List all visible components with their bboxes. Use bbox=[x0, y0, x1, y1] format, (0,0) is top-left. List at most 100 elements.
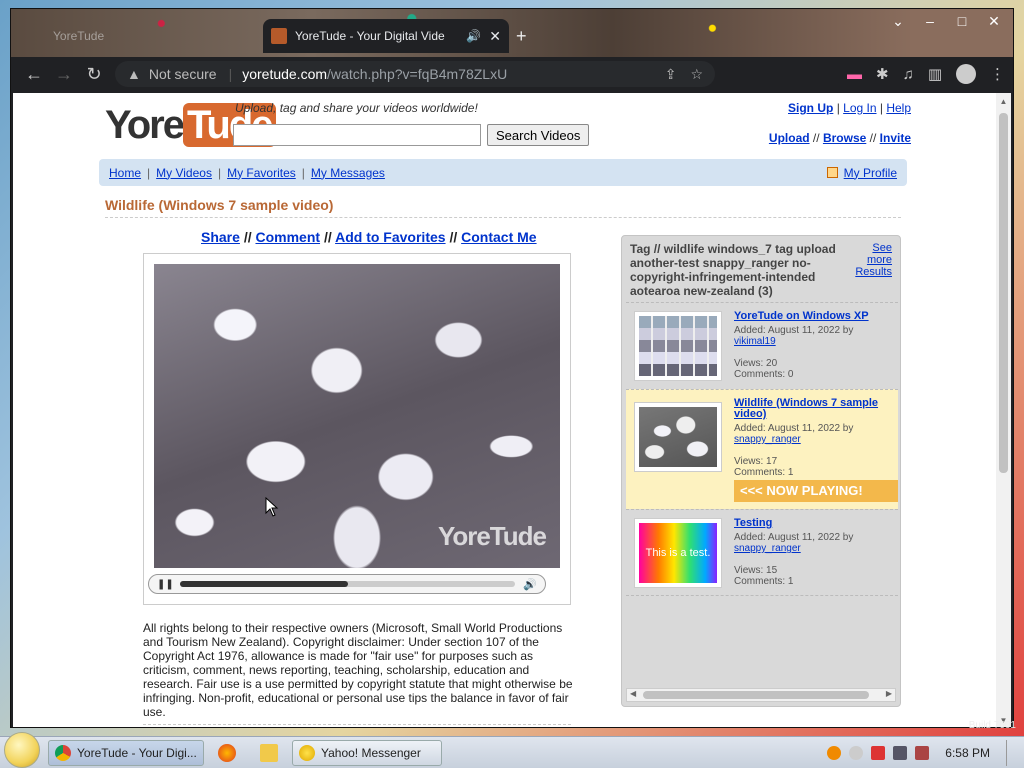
taskbar-explorer-button[interactable] bbox=[250, 740, 288, 766]
share-link[interactable]: Share bbox=[201, 229, 240, 245]
copyright-disclaimer: All rights belong to their respective ow… bbox=[143, 621, 573, 719]
related-views: Views: 15 bbox=[734, 565, 778, 576]
speaker-icon[interactable]: 🔊 bbox=[466, 29, 481, 43]
pause-icon[interactable]: ❚❚ bbox=[157, 579, 174, 590]
invite-link[interactable]: Invite bbox=[880, 131, 911, 145]
related-item: This is a test. Testing Added: August 11… bbox=[626, 509, 898, 596]
volume-muted-tray-icon[interactable] bbox=[915, 745, 930, 760]
related-user[interactable]: snappy_ranger bbox=[734, 543, 801, 554]
taskbar-firefox-button[interactable] bbox=[208, 740, 246, 766]
nav-my-messages[interactable]: My Messages bbox=[311, 166, 385, 180]
volume-icon[interactable]: 🔊 bbox=[523, 578, 537, 591]
search-videos-button[interactable]: Search Videos bbox=[487, 124, 590, 146]
address-bar[interactable]: ▲ Not secure | yoretude.com/watch.php?v=… bbox=[115, 61, 715, 87]
profile-avatar-icon[interactable] bbox=[956, 64, 976, 84]
related-title[interactable]: Testing bbox=[734, 518, 896, 529]
related-title[interactable]: Wildlife (Windows 7 sample video) bbox=[734, 398, 896, 420]
related-views: Views: 17 bbox=[734, 456, 778, 467]
tab-search-icon[interactable]: ⌄ bbox=[887, 13, 909, 30]
upload-link[interactable]: Upload bbox=[769, 131, 810, 145]
video-frame[interactable]: YoreTude bbox=[154, 264, 560, 568]
scroll-up-icon[interactable]: ▲ bbox=[996, 97, 1011, 106]
related-horizontal-scrollbar[interactable]: ◀ ▶ bbox=[626, 688, 896, 702]
related-list: YoreTude on Windows XP Added: August 11,… bbox=[626, 302, 898, 596]
forward-icon[interactable]: → bbox=[49, 64, 79, 85]
show-desktop-button[interactable] bbox=[1006, 739, 1016, 766]
related-heading: Tag // wildlife windows_7 tag upload ano… bbox=[630, 242, 836, 298]
comment-link[interactable]: Comment bbox=[255, 229, 320, 245]
sign-up-link[interactable]: Sign Up bbox=[788, 101, 833, 115]
related-comments: Comments: 1 bbox=[734, 576, 794, 587]
start-button[interactable] bbox=[0, 731, 44, 768]
not-secure-label[interactable]: Not secure bbox=[149, 66, 217, 82]
messenger-tray-icon[interactable] bbox=[849, 745, 864, 760]
extensions-icon[interactable]: ✱ bbox=[876, 65, 889, 83]
close-tab-icon[interactable]: ✕ bbox=[489, 28, 501, 45]
nav-separator: | bbox=[217, 165, 222, 180]
close-window-icon[interactable]: ✕ bbox=[983, 13, 1005, 30]
video-watermark: YoreTude bbox=[437, 521, 547, 551]
scroll-thumb[interactable] bbox=[643, 691, 869, 699]
taskbar-yahoo-button[interactable]: Yahoo! Messenger bbox=[292, 739, 442, 766]
seek-bar[interactable] bbox=[179, 581, 516, 587]
search-input[interactable] bbox=[233, 124, 481, 146]
action-separator: // bbox=[243, 229, 256, 245]
side-panel-icon[interactable]: ▥ bbox=[928, 65, 942, 83]
minimize-icon[interactable]: – bbox=[919, 13, 941, 30]
related-title[interactable]: YoreTude on Windows XP bbox=[734, 311, 896, 322]
page-scrollbar[interactable]: ▲ ▼ bbox=[996, 93, 1011, 727]
tab-inactive[interactable]: YoreTude bbox=[23, 21, 259, 51]
yoretude-favicon-icon bbox=[271, 28, 287, 44]
share-icon[interactable]: ⇪ bbox=[665, 66, 677, 83]
related-info: Wildlife (Windows 7 sample video) Added:… bbox=[734, 398, 896, 479]
taskbar-chrome-button[interactable]: YoreTude - Your Digi... bbox=[48, 739, 204, 766]
related-user[interactable]: snappy_ranger bbox=[734, 434, 801, 445]
video-actions: Share // Comment // Add to Favorites // … bbox=[201, 229, 537, 245]
related-comments: Comments: 1 bbox=[734, 467, 794, 478]
flag-extension-icon[interactable]: ▬ bbox=[847, 66, 862, 83]
toolbar-icons: ▬ ✱ ♫ ▥ ⋮ bbox=[847, 64, 1005, 84]
maximize-icon[interactable]: □ bbox=[951, 13, 973, 30]
video-player: YoreTude ❚❚ 🔊 bbox=[143, 253, 571, 605]
reload-icon[interactable]: ↻ bbox=[79, 64, 109, 85]
browse-link[interactable]: Browse bbox=[823, 131, 866, 145]
help-link[interactable]: Help bbox=[886, 101, 911, 115]
contact-me-link[interactable]: Contact Me bbox=[461, 229, 536, 245]
link-separator: // bbox=[812, 131, 823, 145]
browser-window: YoreTude YoreTude - Your Digital Vide 🔊 … bbox=[10, 8, 1014, 728]
page-scroll-thumb[interactable] bbox=[999, 113, 1008, 473]
related-thumbnail[interactable] bbox=[634, 311, 722, 381]
related-item: Wildlife (Windows 7 sample video) Added:… bbox=[626, 389, 898, 509]
scroll-left-icon[interactable]: ◀ bbox=[630, 689, 636, 698]
media-control-icon[interactable]: ♫ bbox=[903, 66, 914, 83]
url-host: yoretude.com bbox=[242, 66, 328, 82]
nav-home[interactable]: Home bbox=[109, 166, 141, 180]
related-user[interactable]: vikimal19 bbox=[734, 336, 776, 347]
nav-my-videos[interactable]: My Videos bbox=[156, 166, 212, 180]
log-in-link[interactable]: Log In bbox=[843, 101, 876, 115]
related-views: Views: 20 bbox=[734, 358, 778, 369]
tab-active[interactable]: YoreTude - Your Digital Vide 🔊 ✕ bbox=[263, 19, 509, 53]
account-links: Sign Up | Log In | Help bbox=[788, 101, 911, 115]
taskbar: YoreTude - Your Digi... Yahoo! Messenger… bbox=[0, 731, 1024, 768]
warning-icon[interactable]: ▲ bbox=[127, 66, 141, 82]
divider bbox=[143, 724, 571, 725]
new-tab-icon[interactable]: + bbox=[516, 26, 527, 47]
nav-my-profile[interactable]: My Profile bbox=[844, 166, 897, 180]
back-icon[interactable]: ← bbox=[19, 64, 49, 85]
network-tray-icon[interactable] bbox=[893, 745, 908, 760]
search-tray-icon[interactable] bbox=[827, 745, 842, 760]
related-thumbnail[interactable]: This is a test. bbox=[634, 518, 722, 588]
related-info: YoreTude on Windows XP Added: August 11,… bbox=[734, 311, 896, 381]
see-more-results-link[interactable]: See more Results bbox=[846, 242, 892, 278]
flag-tray-icon[interactable] bbox=[871, 745, 886, 760]
menu-icon[interactable]: ⋮ bbox=[990, 65, 1005, 83]
browser-toolbar: ← → ↻ ▲ Not secure | yoretude.com/watch.… bbox=[11, 57, 1013, 91]
bookmark-star-icon[interactable]: ☆ bbox=[690, 66, 703, 83]
related-added: Added: August 11, 2022 by bbox=[734, 325, 854, 336]
related-thumbnail[interactable] bbox=[634, 402, 722, 472]
nav-my-favorites[interactable]: My Favorites bbox=[227, 166, 296, 180]
clock[interactable]: 6:58 PM bbox=[945, 746, 990, 760]
add-to-favorites-link[interactable]: Add to Favorites bbox=[335, 229, 445, 245]
scroll-right-icon[interactable]: ▶ bbox=[886, 689, 892, 698]
